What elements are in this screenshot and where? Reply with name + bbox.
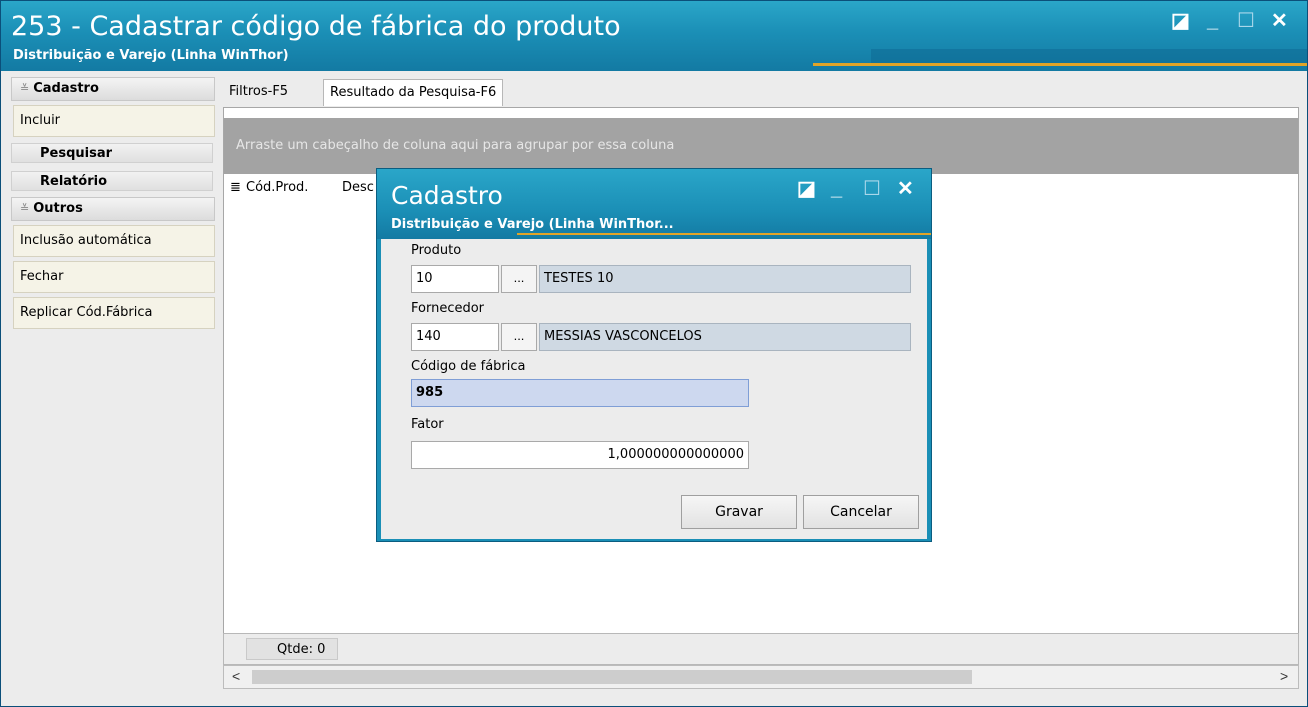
sidebar-item-relatorio[interactable]: Relatório — [11, 171, 213, 191]
tab-bar: Filtros-F5 Resultado da Pesquisa-F6 — [223, 77, 1299, 107]
codigo-fabrica-label: Código de fábrica — [411, 359, 526, 374]
produto-name-field: TESTES 10 — [539, 265, 911, 293]
title-bar[interactable]: 253 - Cadastrar código de fábrica do pro… — [1, 1, 1307, 71]
column-chooser-icon[interactable]: ≣ — [230, 174, 241, 202]
window-subtitle: Distribuição e Varejo (Linha WinThor) — [13, 48, 289, 63]
sidebar-section-cadastro[interactable]: ≚ Cadastro — [11, 77, 215, 101]
horizontal-scrollbar[interactable]: < > — [223, 665, 1299, 689]
maximize-icon[interactable]: ☐ — [863, 179, 881, 199]
dialog-subtitle: Distribuição e Varejo (Linha WinThor... — [391, 217, 674, 232]
sidebar-item-incluir[interactable]: Incluir — [13, 105, 215, 137]
chevron-up-icon: ≚ — [20, 202, 30, 215]
column-header-cod-prod[interactable]: Cód.Prod. — [246, 174, 308, 202]
restore-icon[interactable]: ◪ — [797, 179, 816, 199]
dialog-body: Produto 10 ... TESTES 10 Fornecedor 140 … — [381, 239, 927, 539]
sidebar-section-label: Cadastro — [33, 81, 99, 96]
fornecedor-code-input[interactable]: 140 — [411, 323, 499, 351]
group-by-panel[interactable]: Arraste um cabeçalho de coluna aqui para… — [224, 118, 1298, 174]
produto-code-input[interactable]: 10 — [411, 265, 499, 293]
qtde-counter: Qtde: 0 — [246, 638, 338, 660]
grid-footer: Qtde: 0 — [223, 633, 1299, 665]
tab-filtros[interactable]: Filtros-F5 — [223, 79, 294, 105]
column-header-descricao[interactable]: Desc — [342, 174, 374, 202]
sidebar: ≚ Cadastro Incluir Pesquisar Relatório ≚ O… — [11, 77, 215, 329]
sidebar-section-outros[interactable]: ≚ Outros — [11, 197, 215, 221]
tab-resultado[interactable]: Resultado da Pesquisa-F6 — [323, 79, 504, 106]
gravar-button[interactable]: Gravar — [681, 495, 797, 529]
close-icon[interactable]: ✕ — [897, 179, 914, 199]
fator-label: Fator — [411, 417, 444, 432]
dialog-title: Cadastro — [391, 181, 503, 210]
fornecedor-lookup-button[interactable]: ... — [501, 323, 537, 351]
dialog-accent-line — [517, 233, 931, 235]
dialog-title-bar[interactable]: Cadastro Distribuição e Varejo (Linha Wi… — [377, 169, 931, 239]
produto-lookup-button[interactable]: ... — [501, 265, 537, 293]
sidebar-section-label: Outros — [33, 201, 83, 216]
fornecedor-label: Fornecedor — [411, 301, 485, 316]
fornecedor-name-field: MESSIAS VASCONCELOS — [539, 323, 911, 351]
maximize-icon[interactable]: ☐ — [1237, 11, 1255, 31]
title-accent-band — [871, 49, 1307, 63]
sidebar-item-replicar[interactable]: Replicar Cód.Fábrica — [13, 297, 215, 329]
codigo-fabrica-input[interactable]: 985 — [411, 379, 749, 407]
scroll-thumb[interactable] — [252, 670, 972, 684]
minimize-icon[interactable]: _ — [1207, 11, 1218, 31]
scroll-left-icon[interactable]: < — [232, 668, 240, 684]
cancelar-button[interactable]: Cancelar — [803, 495, 919, 529]
fator-input[interactable]: 1,000000000000000 — [411, 441, 749, 469]
title-accent-line — [813, 63, 1307, 66]
restore-icon[interactable]: ◪ — [1171, 11, 1190, 31]
sidebar-item-fechar[interactable]: Fechar — [13, 261, 215, 293]
window-title: 253 - Cadastrar código de fábrica do pro… — [11, 11, 621, 42]
close-icon[interactable]: ✕ — [1271, 11, 1288, 31]
sidebar-item-pesquisar[interactable]: Pesquisar — [11, 143, 213, 163]
produto-label: Produto — [411, 243, 462, 258]
chevron-up-icon: ≚ — [20, 82, 30, 95]
sidebar-item-inclusao-automatica[interactable]: Inclusão automática — [13, 225, 215, 257]
minimize-icon[interactable]: _ — [831, 179, 842, 199]
cadastro-dialog: Cadastro Distribuição e Varejo (Linha Wi… — [376, 168, 932, 542]
scroll-right-icon[interactable]: > — [1280, 668, 1288, 684]
